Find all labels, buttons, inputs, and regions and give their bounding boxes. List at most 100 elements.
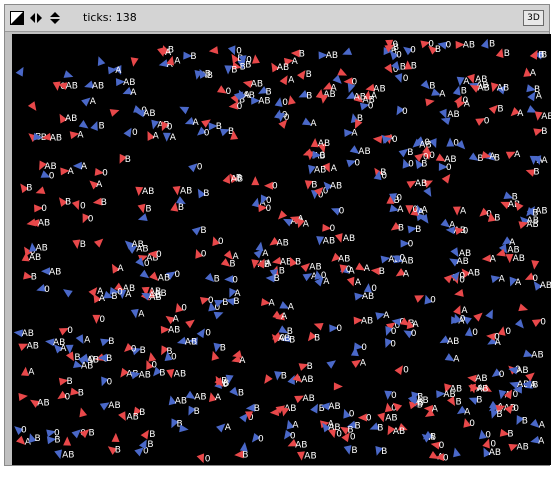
agent-label: A xyxy=(331,164,338,174)
agent-label: A xyxy=(539,421,546,431)
agent: A xyxy=(490,274,506,284)
agent-label: B xyxy=(125,155,131,165)
agent: 0 xyxy=(33,204,47,214)
agent: AB xyxy=(377,412,398,424)
agent-label: A xyxy=(117,264,124,274)
agent: AB xyxy=(318,51,338,61)
agent: 0 xyxy=(123,127,138,138)
agent: AB xyxy=(168,395,187,406)
agent-label: B xyxy=(106,354,112,364)
agent: A xyxy=(107,66,122,76)
agent: 0 xyxy=(212,236,224,247)
view-3d-button[interactable]: 3D xyxy=(523,10,544,26)
agent: A xyxy=(286,419,299,431)
agent-label: 0 xyxy=(205,455,211,465)
agent-label: B xyxy=(347,425,353,435)
agent-label: AB xyxy=(258,97,270,107)
agent-label: B xyxy=(295,257,301,267)
agent: AB xyxy=(242,79,263,89)
agent-shape xyxy=(26,218,37,227)
agent xyxy=(63,436,72,446)
zoom-control[interactable] xyxy=(10,11,24,25)
agent-label: A xyxy=(244,90,251,100)
agent: B xyxy=(298,90,312,101)
agent-label: AB xyxy=(108,401,120,411)
agent: AB xyxy=(115,78,135,88)
agent: AB xyxy=(185,390,207,402)
agent-label: AB xyxy=(251,79,263,89)
agent-label: 0 xyxy=(258,435,264,445)
agent: AB xyxy=(439,335,459,347)
agent-label: AB xyxy=(385,414,397,424)
agent-label: AB xyxy=(314,166,326,176)
agent-label: 0 xyxy=(272,182,278,192)
agent-label: A xyxy=(96,180,103,190)
agent-label: AB xyxy=(447,337,459,347)
agent-label: A xyxy=(530,69,537,79)
agent-label: B xyxy=(494,213,500,223)
agent xyxy=(185,319,195,329)
agent: AB xyxy=(54,449,74,460)
agent: B xyxy=(529,49,544,60)
agent-label: 0 xyxy=(321,271,327,281)
agent: B xyxy=(191,226,207,236)
agent-label: B xyxy=(200,226,206,236)
agent-label: AB xyxy=(393,427,405,437)
agent-shape xyxy=(485,309,493,320)
agent-label: 0 xyxy=(330,224,336,234)
agent: A xyxy=(523,67,537,79)
agent-label: AB xyxy=(142,187,154,197)
agent: A xyxy=(456,76,470,87)
agent-label: A xyxy=(292,421,299,431)
agent: 0 xyxy=(346,158,360,168)
agent-label: AB xyxy=(295,440,307,450)
agent: AB xyxy=(45,338,65,348)
agent: A xyxy=(69,130,84,140)
agent-label: 0 xyxy=(171,353,177,363)
agent xyxy=(179,106,190,115)
agent-layer: 00B0B0AAABAABAABA0AABBABABABAB0ABB0A0B0A… xyxy=(13,38,551,465)
agent-label: AB xyxy=(497,83,509,93)
agent-label: AB xyxy=(139,371,151,381)
agent-label: B xyxy=(299,49,305,59)
agent: AB xyxy=(467,73,487,85)
agent-label: 0 xyxy=(131,345,137,355)
world-view[interactable]: 00B0B0AAABAABAABA0AABBABABABAB0ABB0A0B0A… xyxy=(12,34,551,465)
agent-label: A xyxy=(432,405,439,415)
agent-label: A xyxy=(265,259,272,269)
agent-label: 0 xyxy=(218,237,224,247)
agent-label: B xyxy=(140,346,146,356)
agent-shape xyxy=(473,312,483,322)
agent xyxy=(137,213,148,221)
agent-label: A xyxy=(439,89,446,99)
agent: AB xyxy=(523,349,544,361)
agent-label: AB xyxy=(343,234,355,244)
agent: AB xyxy=(166,368,186,380)
agent-label: 0 xyxy=(88,215,94,225)
agent: A xyxy=(130,308,145,319)
agent: AB xyxy=(251,97,271,107)
agent: 0 xyxy=(330,206,345,216)
agent-label: AB xyxy=(354,93,366,103)
agent xyxy=(251,54,260,64)
agent-label: AB xyxy=(132,240,144,250)
agent-label: B xyxy=(411,61,417,71)
agent-label: B xyxy=(216,122,222,132)
update-control[interactable] xyxy=(48,11,62,25)
agent: B xyxy=(119,153,131,165)
agent: AB xyxy=(505,253,525,264)
agent: B xyxy=(208,122,222,132)
speed-control[interactable] xyxy=(29,11,43,25)
agent xyxy=(27,101,37,111)
agent: 0 xyxy=(196,328,211,339)
agent-label: AB xyxy=(65,114,77,124)
agent xyxy=(79,407,88,418)
agent xyxy=(63,289,73,298)
agent-label: 0 xyxy=(490,439,496,449)
agent-label: AB xyxy=(526,220,538,230)
agent-label: AB xyxy=(416,396,428,406)
agent-label: B xyxy=(26,184,32,194)
agent: AB xyxy=(490,82,509,93)
agent: 0 xyxy=(92,314,105,325)
agent: A xyxy=(530,418,546,431)
